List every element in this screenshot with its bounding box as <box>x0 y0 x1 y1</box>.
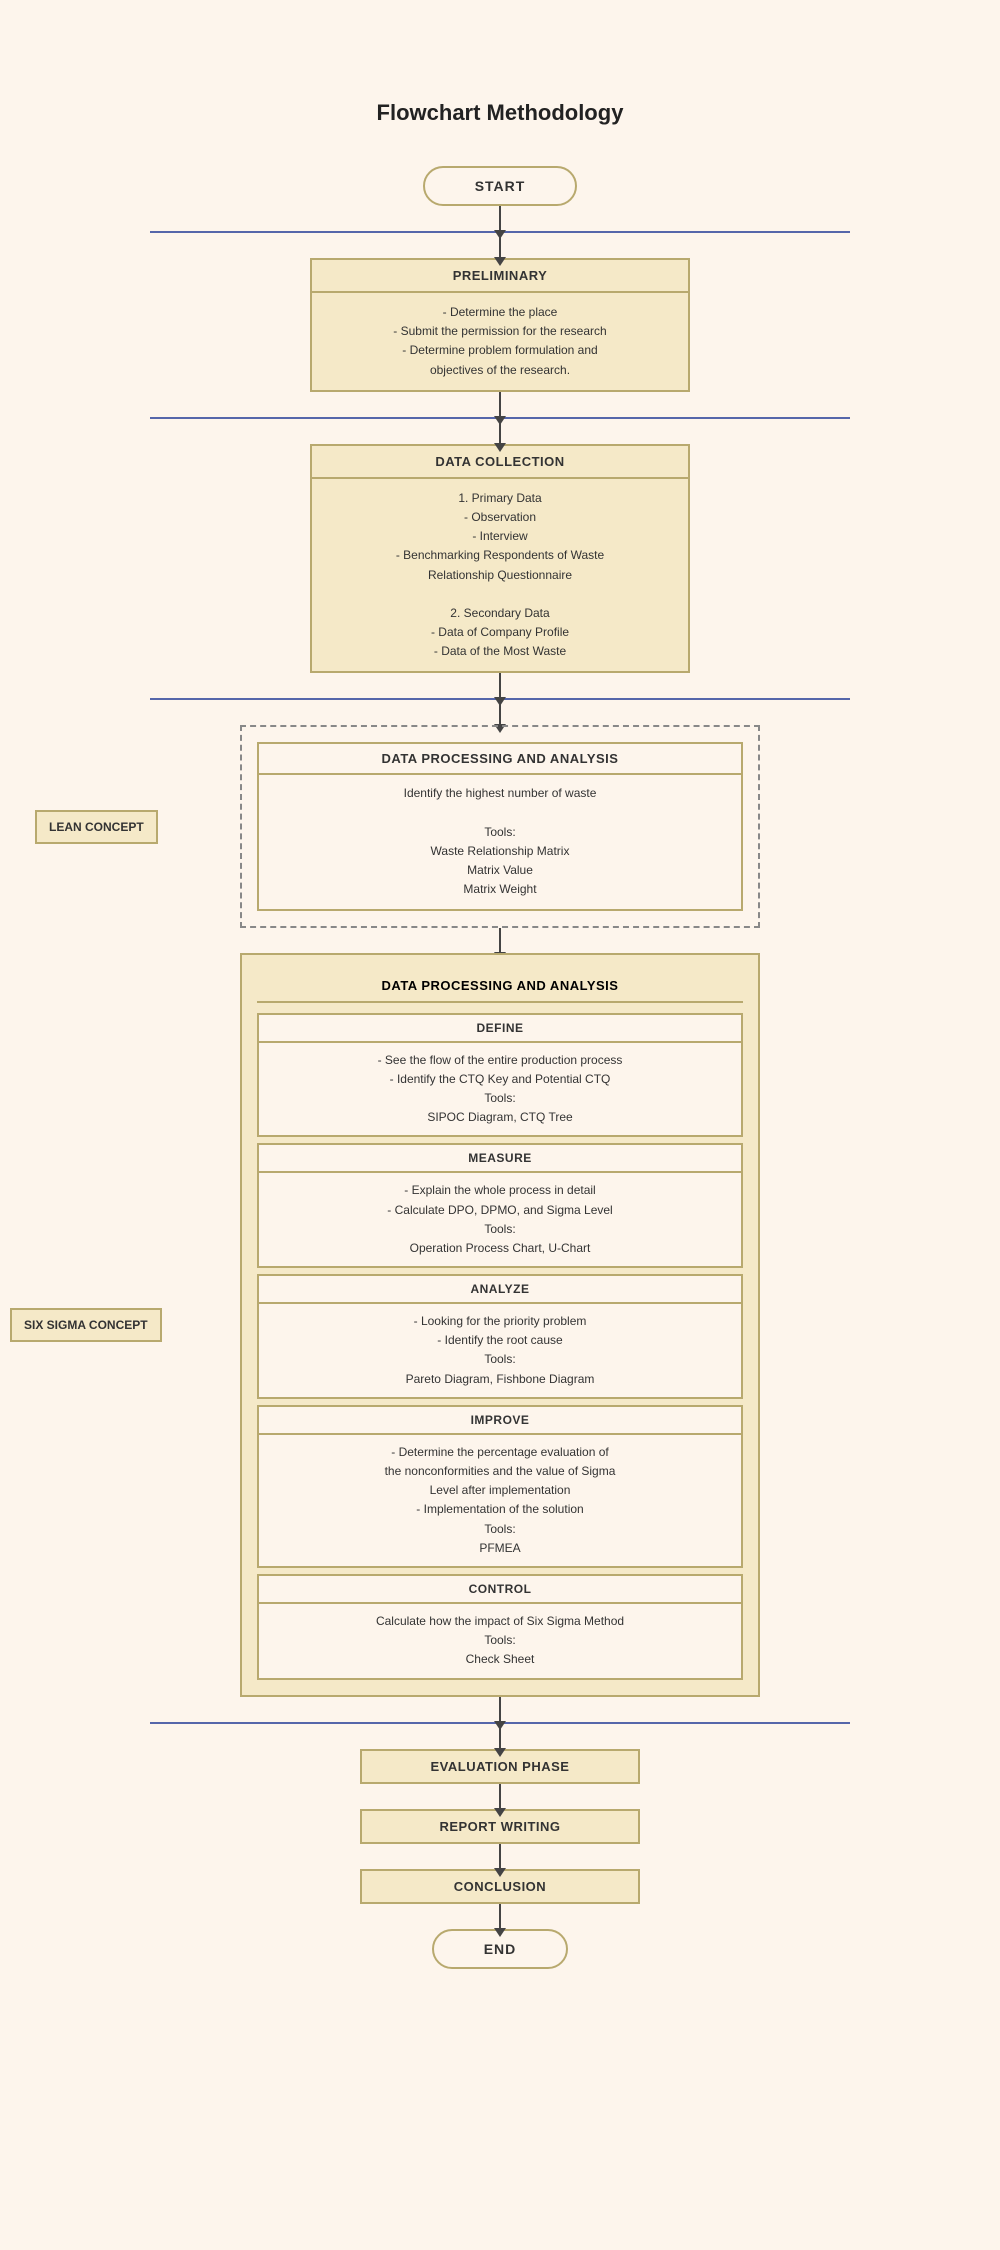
sigma-define-section: DEFINE - See the flow of the entire prod… <box>257 1013 743 1138</box>
arrow-line-to-datacollection <box>499 419 501 444</box>
sigma-improve-header: IMPROVE <box>259 1407 741 1435</box>
lean-wrapper: LEAN CONCEPT DATA PROCESSING AND ANALYSI… <box>150 725 850 927</box>
data-collection-box: DATA COLLECTION 1. Primary Data - Observ… <box>310 444 690 674</box>
arrow-preliminary-to-line <box>499 392 501 417</box>
sigma-control-header: CONTROL <box>259 1576 741 1604</box>
arrow-line-to-preliminary <box>499 233 501 258</box>
sigma-improve-section: IMPROVE - Determine the percentage evalu… <box>257 1405 743 1568</box>
page-title: Flowchart Methodology <box>377 100 624 126</box>
sigma-outer-header: DATA PROCESSING AND ANALYSIS <box>257 970 743 1003</box>
data-collection-body: 1. Primary Data - Observation - Intervie… <box>312 479 688 672</box>
sigma-sections: DEFINE - See the flow of the entire prod… <box>257 1013 743 1680</box>
arrow-lean-to-sigma <box>499 928 501 953</box>
sigma-concept-box: DATA PROCESSING AND ANALYSIS DEFINE - Se… <box>240 953 760 1697</box>
sigma-measure-section: MEASURE - Explain the whole process in d… <box>257 1143 743 1268</box>
sigma-wrapper: SIX SIGMA CONCEPT DATA PROCESSING AND AN… <box>150 953 850 1697</box>
lean-inner-header: DATA PROCESSING AND ANALYSIS <box>259 744 741 775</box>
arrow-line-to-lean <box>499 700 501 725</box>
sigma-measure-body: - Explain the whole process in detail - … <box>259 1173 741 1266</box>
lean-inner-body: Identify the highest number of waste Too… <box>259 775 741 908</box>
sigma-define-body: - See the flow of the entire production … <box>259 1043 741 1136</box>
preliminary-box: PRELIMINARY - Determine the place - Subm… <box>310 258 690 392</box>
arrow-conclusion-to-end <box>499 1904 501 1929</box>
arrow-start-to-line <box>499 206 501 231</box>
sigma-define-header: DEFINE <box>259 1015 741 1043</box>
arrow-line-to-evaluation <box>499 1724 501 1749</box>
arrow-report-to-conclusion <box>499 1844 501 1869</box>
sigma-concept-label: SIX SIGMA CONCEPT <box>10 1308 162 1342</box>
sigma-analyze-header: ANALYZE <box>259 1276 741 1304</box>
lean-inner-box: DATA PROCESSING AND ANALYSIS Identify th… <box>257 742 743 910</box>
sigma-improve-body: - Determine the percentage evaluation of… <box>259 1435 741 1566</box>
preliminary-body: - Determine the place - Submit the permi… <box>312 293 688 390</box>
arrow-datacollection-to-line <box>499 673 501 698</box>
sigma-control-body: Calculate how the impact of Six Sigma Me… <box>259 1604 741 1678</box>
lean-concept-box: DATA PROCESSING AND ANALYSIS Identify th… <box>240 725 760 927</box>
arrow-sigma-to-line <box>499 1697 501 1722</box>
arrow-evaluation-to-report <box>499 1784 501 1809</box>
start-oval: START <box>423 166 578 206</box>
lean-concept-label: LEAN CONCEPT <box>35 810 158 844</box>
sigma-analyze-section: ANALYZE - Looking for the priority probl… <box>257 1274 743 1399</box>
sigma-measure-header: MEASURE <box>259 1145 741 1173</box>
sigma-control-section: CONTROL Calculate how the impact of Six … <box>257 1574 743 1680</box>
sigma-analyze-body: - Looking for the priority problem - Ide… <box>259 1304 741 1397</box>
